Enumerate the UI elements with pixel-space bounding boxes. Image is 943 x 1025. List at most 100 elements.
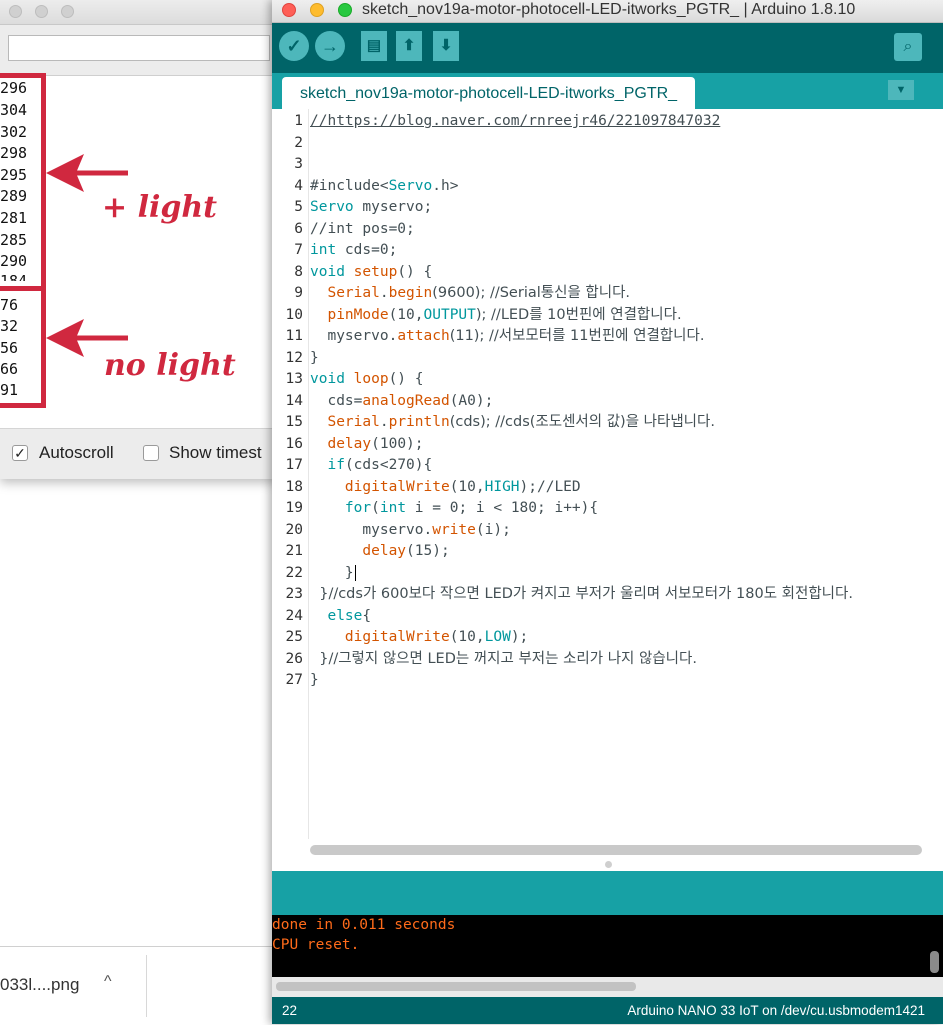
zoom-window-icon[interactable] (61, 5, 74, 18)
code-line: int cds=0; (310, 242, 398, 258)
save-sketch-button[interactable]: ⬇ (433, 31, 459, 61)
console-horizontal-scrollbar[interactable] (272, 977, 943, 997)
new-sketch-button[interactable]: ▤ (361, 31, 387, 61)
ide-toolbar: ✓ → ▤ ⬆ ⬇ ⌕ (272, 23, 943, 73)
download-file-name[interactable]: 033l....png (0, 975, 79, 995)
code-line: Serial.begin(9600); //Serial통신을 합니다. (327, 285, 631, 301)
line-number: 10 (285, 306, 303, 323)
download-bar: 033l....png ^ (0, 946, 273, 1025)
code-line: pinMode(10,OUTPUT); //LED를 10번핀에 연결합니다. (327, 306, 682, 323)
line-number: 9 (294, 285, 303, 301)
line-number: 18 (285, 478, 303, 495)
ide-bottom-bar: 22 Arduino NANO 33 IoT on /dev/cu.usbmod… (272, 997, 943, 1024)
close-window-icon[interactable] (9, 5, 22, 18)
line-number: 14 (285, 392, 303, 409)
text-cursor (354, 564, 356, 581)
code-line: #include<Servo.h> (310, 177, 459, 194)
code-line: }//cds가 600보다 작으면 LED가 켜지고 부저가 울리며 서보모터가… (310, 586, 853, 602)
console-line: CPU reset. (272, 937, 360, 953)
serial-monitor-footer: ✓ Autoscroll Show timest (0, 428, 278, 479)
code-line: } (310, 564, 356, 581)
minimize-window-icon[interactable] (35, 5, 48, 18)
zoom-window-icon[interactable] (338, 3, 352, 17)
code-line: digitalWrite(10,HIGH);//LED (344, 478, 581, 495)
console-scrollbar-thumb[interactable] (930, 951, 939, 973)
autoscroll-checkbox[interactable]: ✓ (12, 445, 28, 461)
tab-sketch[interactable]: sketch_nov19a-motor-photocell-LED-itwork… (282, 77, 696, 109)
line-number: 15 (285, 414, 303, 430)
annotation-no-light: no light (104, 348, 236, 383)
verify-button[interactable]: ✓ (279, 31, 309, 61)
line-number: 22 (285, 564, 303, 581)
pane-splitter-handle[interactable] (605, 861, 612, 868)
code-line: delay(15); (362, 543, 450, 559)
code-line: } (310, 672, 319, 688)
console-line: done in 0.011 seconds (272, 917, 456, 933)
tab-menu-chevron-icon[interactable]: ▼ (888, 80, 914, 100)
code-line: void loop() { (310, 371, 424, 387)
arduino-ide-window: sketch_nov19a-motor-photocell-LED-itwork… (272, 0, 943, 1024)
show-timestamp-checkbox[interactable] (143, 445, 159, 461)
line-number: 3 (294, 156, 303, 172)
line-number: 7 (294, 242, 303, 258)
serial-monitor-button[interactable]: ⌕ (894, 33, 922, 61)
line-number: 8 (294, 263, 303, 280)
divider (146, 955, 147, 1017)
code-line: for(int i = 0; i < 180; i++){ (344, 500, 599, 516)
ide-titlebar: sketch_nov19a-motor-photocell-LED-itwork… (272, 0, 943, 23)
tab-row: sketch_nov19a-motor-photocell-LED-itwork… (272, 73, 943, 109)
scrollbar-thumb[interactable] (310, 845, 922, 855)
chevron-up-icon[interactable]: ^ (104, 973, 112, 991)
line-number: 16 (285, 435, 303, 452)
code-line: }//그렇지 않으면 LED는 꺼지고 부저는 소리가 나지 않습니다. (310, 650, 697, 667)
line-number: 6 (294, 220, 303, 237)
code-line: myservo.write(i); (310, 521, 511, 538)
line-number: 24 (285, 607, 303, 624)
code-line: //https://blog.naver.com/rnreejr46/22109… (310, 113, 721, 129)
code-line: Servo myservo; (310, 199, 433, 215)
scrollbar-thumb[interactable] (276, 982, 636, 991)
console-output: done in 0.011 seconds CPU reset. (272, 915, 943, 977)
line-number: 12 (285, 349, 303, 366)
code-line: void setup() { (310, 263, 433, 280)
highlight-box-dark (0, 286, 46, 408)
close-window-icon[interactable] (282, 3, 296, 17)
code-line: //int pos=0; (310, 220, 415, 237)
line-number: 19 (285, 500, 303, 516)
code-line: myservo.attach(11); //서보모터를 11번핀에 연결합니다. (310, 328, 705, 344)
line-number: 17 (285, 457, 303, 473)
line-number: 4 (294, 177, 303, 194)
serial-send-input[interactable] (8, 35, 270, 61)
serial-input-bar (0, 25, 278, 76)
line-number: 20 (285, 521, 303, 538)
line-number: 25 (285, 629, 303, 645)
serial-monitor-window: 296 304 302 298 295 289 281 285 290 184 … (0, 0, 278, 479)
line-number: 11 (285, 328, 303, 344)
serial-monitor-titlebar (0, 0, 278, 25)
code-editor[interactable]: 1 2 3 4 5 6 7 8 9 10 11 12 13 14 15 16 17 18 19 20 21 22 23 24 2… (272, 109, 943, 839)
code-line: delay(100); (327, 435, 424, 452)
code-line: cds=analogRead(A0); (310, 392, 494, 409)
show-timestamp-label: Show timest (169, 443, 262, 462)
code-line: if(cds<270){ (327, 457, 433, 473)
line-number: 2 (294, 134, 303, 151)
window-title: sketch_nov19a-motor-photocell-LED-itwork… (362, 1, 856, 18)
editor-horizontal-scrollbar[interactable] (272, 839, 943, 871)
code-line: Serial.println(cds); //cds(조도센서의 값)을 나타냅… (327, 414, 715, 430)
upload-button[interactable]: → (315, 31, 345, 61)
autoscroll-label: Autoscroll (39, 443, 114, 462)
open-sketch-button[interactable]: ⬆ (396, 31, 422, 61)
line-number: 1 (294, 113, 303, 129)
line-number: 21 (285, 543, 303, 559)
line-number: 23 (285, 586, 303, 602)
line-number: 27 (285, 672, 303, 688)
minimize-window-icon[interactable] (310, 3, 324, 17)
code-line: } (310, 349, 319, 366)
line-number: 13 (285, 371, 303, 387)
code-line: digitalWrite(10,LOW); (344, 629, 529, 645)
board-port-info: Arduino NANO 33 IoT on /dev/cu.usbmodem1… (627, 1003, 925, 1018)
line-number: 26 (285, 650, 303, 667)
line-number: 5 (294, 199, 303, 215)
highlight-box-light (0, 73, 46, 291)
annotation-light: + light (102, 190, 218, 225)
